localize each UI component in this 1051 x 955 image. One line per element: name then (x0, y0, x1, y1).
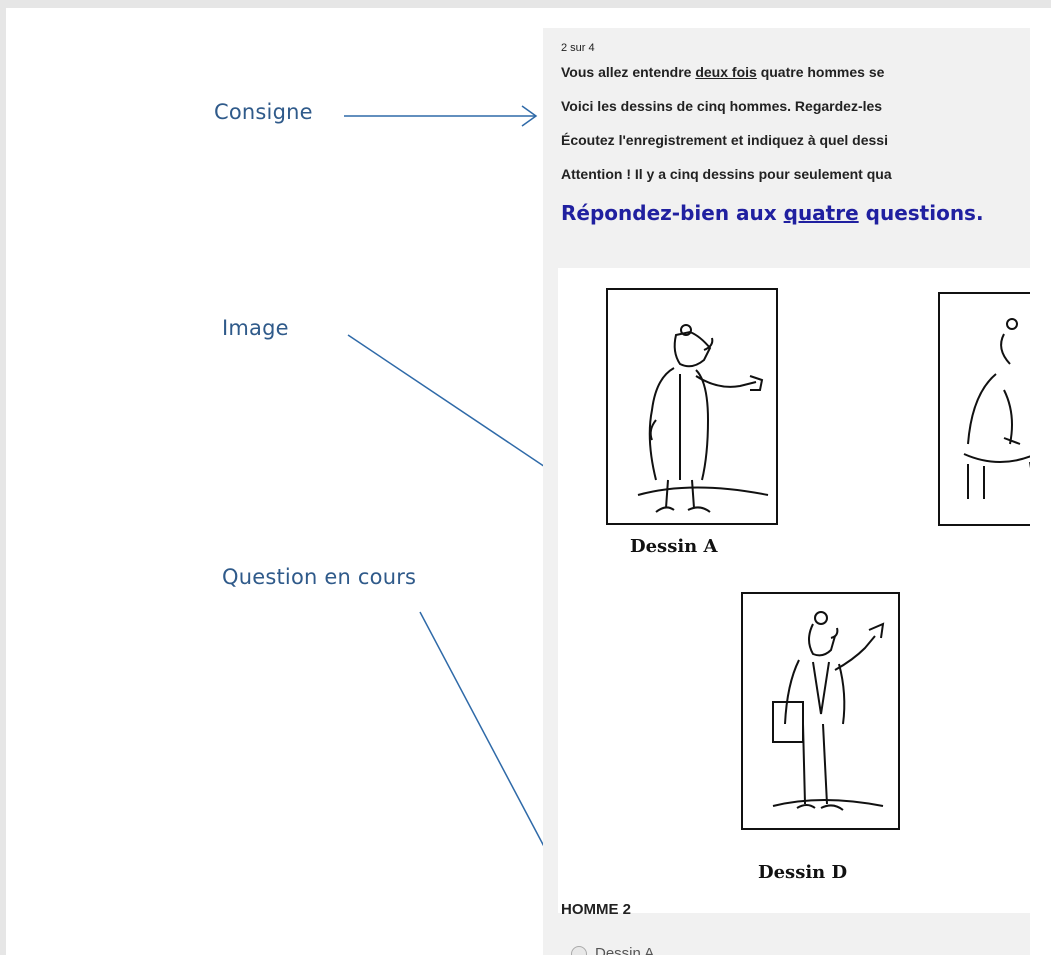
radio-button[interactable] (571, 946, 587, 955)
drawing-a (606, 288, 778, 525)
caption-dessin-d: Dessin D (758, 862, 848, 883)
man-with-folder-illustration (772, 611, 885, 811)
instruction-line-3: Écoutez l'enregistrement et indiquez à q… (561, 132, 888, 148)
instruction-line-1: Vous allez entendre deux fois quatre hom… (561, 64, 885, 80)
caption-dessin-a: Dessin A (630, 536, 718, 557)
drawings-image: Dessin A Dessin D (558, 268, 1030, 913)
instruction-line-2: Voici les dessins de cinq hommes. Regard… (561, 98, 883, 114)
instruction-line-4: Attention ! Il y a cinq dessins pour seu… (561, 166, 892, 182)
man-in-coat-illustration (637, 324, 769, 513)
current-question-title: HOMME 2 (561, 901, 632, 918)
option-label: Dessin A (595, 945, 655, 955)
arrow-image (347, 334, 567, 482)
drawing-b-partial (938, 292, 1030, 526)
option-dessin-a[interactable]: Dessin A (571, 945, 654, 955)
seated-man-illustration (963, 318, 1030, 499)
quiz-panel: 2 sur 4 Vous allez entendre deux fois qu… (543, 28, 1030, 955)
answer-prompt: Répondez-bien aux quatre questions. (561, 201, 984, 225)
drawing-d (741, 592, 900, 830)
question-counter: 2 sur 4 (561, 42, 595, 54)
